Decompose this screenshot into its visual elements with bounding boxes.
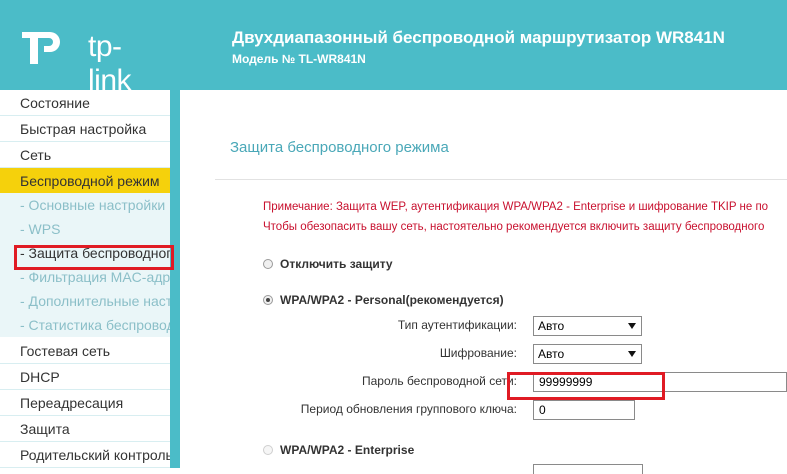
title-divider xyxy=(215,179,787,180)
auth-type-label: Тип аутентификации: xyxy=(397,318,517,332)
cut-off-field[interactable] xyxy=(533,464,643,474)
option-wpa-enterprise-label: WPA/WPA2 - Enterprise xyxy=(280,443,415,457)
sidebar-subitem-advanced[interactable]: - Дополнительные настройки xyxy=(0,289,170,313)
highlight-frame-password xyxy=(507,372,665,400)
dropdown-arrow-icon xyxy=(628,351,636,357)
highlight-frame-sidebar xyxy=(14,245,174,270)
sidebar-item-status[interactable]: Состояние xyxy=(0,90,170,116)
sidebar-item-quick-setup[interactable]: Быстрая настройка xyxy=(0,116,170,142)
auth-type-select[interactable]: Авто xyxy=(533,316,642,336)
option-wpa-personal[interactable]: WPA/WPA2 - Personal(рекомендуется) xyxy=(263,293,504,307)
sidebar-item-security[interactable]: Защита xyxy=(0,416,170,442)
option-disable-security[interactable]: Отключить защиту xyxy=(263,257,393,271)
auth-type-value: Авто xyxy=(538,319,565,333)
group-key-period-input[interactable]: 0 xyxy=(533,400,635,420)
sidebar-item-wireless[interactable]: Беспроводной режим xyxy=(0,168,170,194)
header-bar: tp-link Двухдиапазонный беспроводной мар… xyxy=(0,0,787,97)
option-wpa-personal-label: WPA/WPA2 - Personal(рекомендуется) xyxy=(280,293,504,307)
sidebar-nav: Состояние Быстрая настройка Сеть Беспров… xyxy=(0,90,170,468)
page-header-title: Двухдиапазонный беспроводной маршрутизат… xyxy=(232,28,725,47)
sidebar-item-network[interactable]: Сеть xyxy=(0,142,170,168)
encryption-select[interactable]: Авто xyxy=(533,344,642,364)
model-number: Модель № TL-WR841N xyxy=(232,52,366,66)
note-line-1: Примечание: Защита WEP, аутентификация W… xyxy=(263,201,769,213)
option-disable-security-label: Отключить защиту xyxy=(280,257,393,271)
sidebar-item-parental-control[interactable]: Родительский контроль xyxy=(0,442,170,468)
radio-wpa-enterprise[interactable] xyxy=(263,445,273,455)
tp-link-logo: tp-link xyxy=(16,26,156,97)
sidebar-item-forwarding[interactable]: Переадресация xyxy=(0,390,170,416)
tp-link-logo-icon xyxy=(22,32,60,64)
radio-wpa-personal[interactable] xyxy=(263,295,273,305)
group-key-period-label: Период обновления группового ключа: xyxy=(300,402,517,416)
brand-name: tp-link xyxy=(88,30,132,97)
encryption-label: Шифрование: xyxy=(439,346,517,360)
sidebar-divider xyxy=(170,90,180,468)
encryption-value: Авто xyxy=(538,347,565,361)
radio-disable-security[interactable] xyxy=(263,259,273,269)
sidebar-item-dhcp[interactable]: DHCP xyxy=(0,364,170,390)
sidebar-item-guest-network[interactable]: Гостевая сеть xyxy=(0,338,170,364)
sidebar-subitem-wps[interactable]: - WPS xyxy=(0,217,170,241)
page-title: Защита беспроводного режима xyxy=(230,139,449,156)
password-label: Пароль беспроводной сети: xyxy=(361,374,517,388)
note-line-2: Чтобы обезопасить вашу сеть, настоятельн… xyxy=(263,221,765,233)
sidebar-subitem-statistics[interactable]: - Статистика беспроводного режима xyxy=(0,313,170,337)
dropdown-arrow-icon xyxy=(628,323,636,329)
sidebar-subitem-basic-settings[interactable]: - Основные настройки xyxy=(0,193,170,217)
option-wpa-enterprise[interactable]: WPA/WPA2 - Enterprise xyxy=(263,443,414,457)
